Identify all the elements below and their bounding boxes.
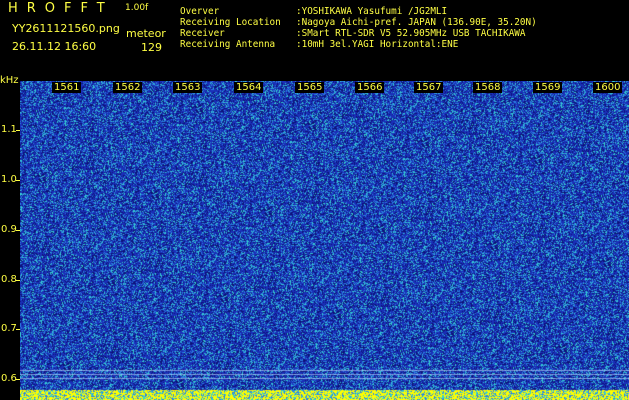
spectrogram-canvas — [20, 81, 629, 400]
y-tick-label: 1.0 — [1, 174, 17, 185]
info-row-location: Receiving Location :Nagoya Aichi-pref. J… — [180, 17, 537, 28]
x-tick-label: 1565 — [295, 82, 325, 93]
info-row-receiver: Receiver :SMart RTL-SDR V5 52.905MHz USB… — [180, 28, 537, 39]
x-tick-label: 1600 — [593, 82, 623, 93]
x-tick-label: 1568 — [473, 82, 503, 93]
datetime: 26.11.12 16:60 — [12, 40, 97, 53]
y-tick-label: 0.8 — [1, 274, 17, 285]
x-tick-label: 1561 — [52, 82, 82, 93]
y-tick-label: 0.7 — [1, 323, 17, 334]
meteor-count: 129 — [141, 41, 162, 54]
x-tick-label: 1566 — [355, 82, 385, 93]
info-row-antenna: Receiving Antenna :10mH 3el.YAGI Horizon… — [180, 39, 537, 50]
info-value: :YOSHIKAWA Yasufumi /JG2MLI — [296, 6, 448, 17]
x-tick-label: 1563 — [173, 82, 203, 93]
info-value: :SMart RTL-SDR V5 52.905MHz USB TACHIKAW… — [296, 28, 526, 39]
y-tick-label: 1.1 — [1, 124, 17, 135]
info-value: :10mH 3el.YAGI Horizontal:ENE — [296, 39, 459, 50]
y-tick-label: 0.9 — [1, 224, 17, 235]
y-axis-unit: kHz — [0, 75, 19, 86]
app-name: HROFFT — [8, 1, 114, 16]
header-panel: HROFFT 1.00f YY2611121560.png meteor 26.… — [0, 0, 170, 75]
x-tick-label: 1569 — [533, 82, 563, 93]
x-tick-label: 1567 — [414, 82, 444, 93]
info-label: Receiving Antenna — [180, 39, 276, 50]
detection-mode: meteor — [126, 27, 166, 40]
info-value: :Nagoya Aichi-pref. JAPAN (136.90E, 35.2… — [296, 17, 537, 28]
x-tick-label: 1562 — [113, 82, 143, 93]
info-row-observer: Overver :YOSHIKAWA Yasufumi /JG2MLI — [180, 6, 537, 17]
app-version: 1.00f — [125, 3, 149, 13]
y-tick-label: 0.6 — [1, 373, 17, 384]
x-tick-label: 1564 — [234, 82, 264, 93]
info-label: Receiving Location — [180, 17, 281, 28]
info-label: Overver — [180, 6, 220, 17]
filename: YY2611121560.png — [12, 22, 120, 35]
info-label: Receiver — [180, 28, 225, 39]
station-info: Overver :YOSHIKAWA Yasufumi /JG2MLI Rece… — [180, 6, 537, 50]
